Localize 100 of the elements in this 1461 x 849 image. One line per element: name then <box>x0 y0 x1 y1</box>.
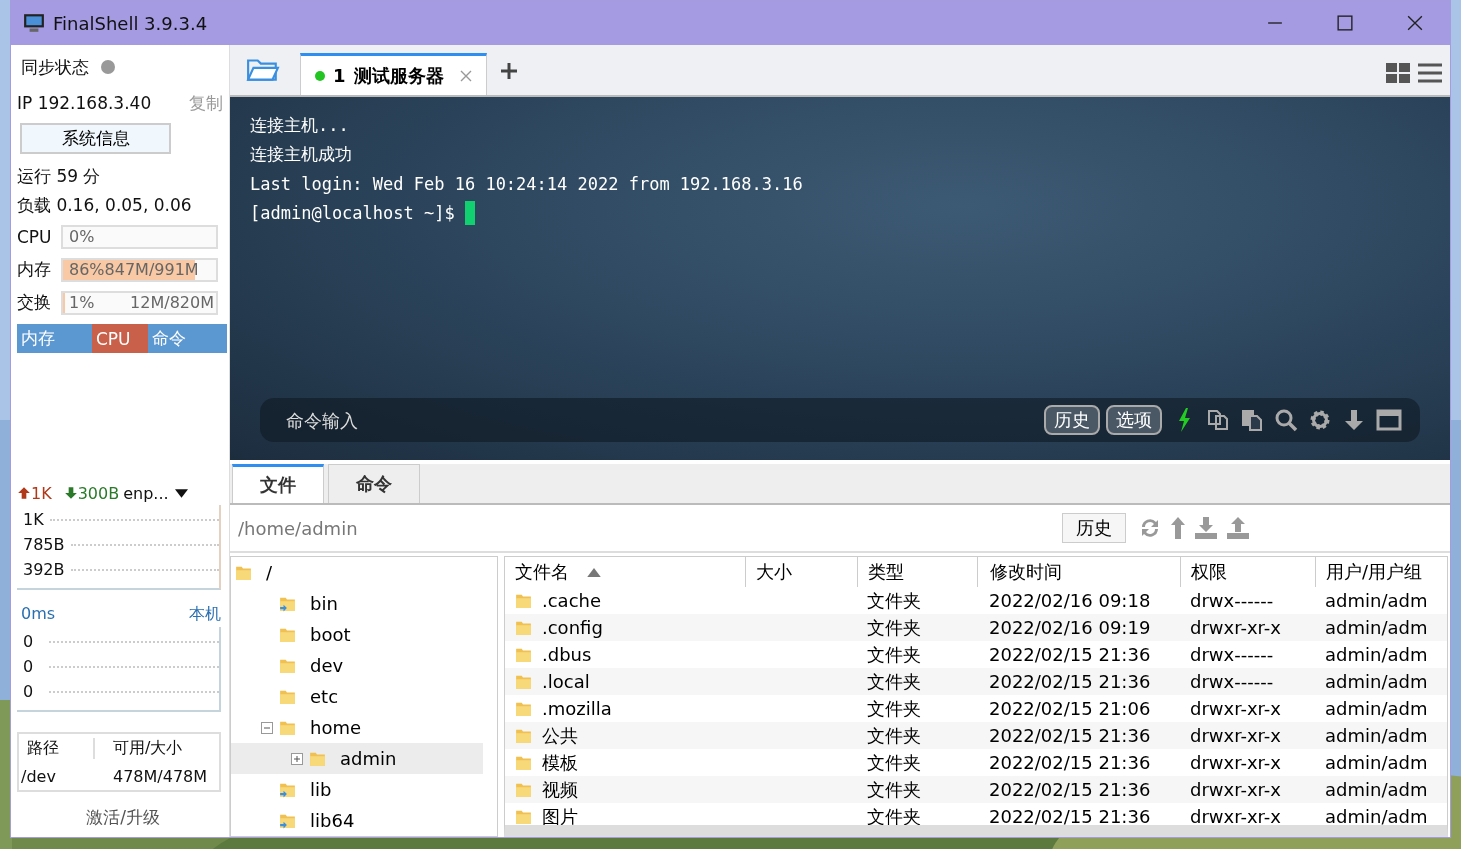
download-icon[interactable] <box>1194 516 1218 540</box>
terminal-button[interactable]: 历史 <box>1044 405 1100 435</box>
tree-item[interactable]: home <box>231 712 483 743</box>
command-input-bar[interactable]: 命令输入 历史 选项 <box>260 398 1420 442</box>
file-name: 公共 <box>542 723 578 748</box>
expand-icon[interactable] <box>291 752 303 765</box>
menu-icon[interactable] <box>1418 63 1442 83</box>
up-arrow-icon[interactable] <box>1170 516 1186 540</box>
axis-label: 392B <box>23 560 65 579</box>
table-cell-text: drwxr-xr-x <box>1189 697 1282 721</box>
upload-icon[interactable] <box>1226 516 1250 540</box>
table-cell-text: 文件夹 <box>866 777 922 802</box>
table-cell-text: drwxr-xr-x <box>1189 751 1282 775</box>
table-cell-text: admin/adm <box>1324 643 1429 667</box>
tree-item[interactable]: boot <box>231 619 483 650</box>
tree-item[interactable]: etc <box>231 681 483 712</box>
meter-reading: 1% <box>69 293 95 312</box>
table-cell-text: drwxr-xr-x <box>1189 724 1282 748</box>
table-cell-text: 2022/02/16 09:19 <box>988 616 1152 640</box>
table-cell-text: admin/adm <box>1324 805 1429 825</box>
process-tab[interactable]: CPU <box>92 324 148 353</box>
terminal-line: Last login: Wed Feb 16 10:24:14 2022 from 192.168.3.16 <box>250 173 803 194</box>
file-name: 图片 <box>542 804 578 825</box>
table-cell-text: 文件夹 <box>866 615 922 640</box>
grid-icon[interactable] <box>1386 63 1410 83</box>
table-cell-text: 文件夹 <box>866 723 922 748</box>
copy-icon[interactable] <box>1206 408 1230 432</box>
meter-label: CPU <box>17 226 53 247</box>
tree-item[interactable]: bin <box>231 588 483 619</box>
table-cell-text: 2022/02/15 21:36 <box>988 805 1152 825</box>
down-arrow-icon <box>63 486 78 500</box>
column-header[interactable]: 大小 <box>745 557 857 587</box>
table-cell-text: drwx------ <box>1189 643 1275 667</box>
collapse-icon[interactable] <box>261 721 273 734</box>
terminal-line: [admin@localhost ~]$ <box>250 202 455 223</box>
interface-dropdown[interactable]: enp... <box>123 483 169 503</box>
tab-number: 1 <box>333 65 346 86</box>
file-name: 视频 <box>542 777 578 802</box>
history-button[interactable]: 历史 <box>1062 513 1126 543</box>
plus-icon[interactable] <box>500 63 517 79</box>
file-name: .mozilla <box>542 698 612 719</box>
table-cell-text: 2022/02/15 21:36 <box>988 724 1152 748</box>
dropdown-caret-icon[interactable] <box>174 488 188 498</box>
table-cell-text: 文件夹 <box>866 750 922 775</box>
up-arrow-icon <box>17 486 31 500</box>
panel-tab[interactable]: 命令 <box>328 464 420 503</box>
column-header[interactable]: 类型 <box>857 557 977 587</box>
tree-item[interactable]: dev <box>231 650 483 681</box>
close-icon[interactable] <box>459 69 472 82</box>
session-tab[interactable]: 1 测试服务器 <box>300 53 487 95</box>
panel-tab[interactable]: 文件 <box>232 464 324 503</box>
table-cell-text: 2022/02/15 21:36 <box>988 643 1152 667</box>
table-cell-text: drwx------ <box>1189 670 1275 694</box>
column-header[interactable]: 权限 <box>1180 557 1315 587</box>
table-cell-text: admin/adm <box>1324 751 1429 775</box>
terminal-line: 连接主机... <box>250 114 349 137</box>
table-cell-text: admin/adm <box>1324 589 1429 613</box>
close-icon[interactable] <box>1407 15 1423 31</box>
table-cell-text: drwxr-xr-x <box>1189 778 1282 802</box>
table-cell-text: admin/adm <box>1324 724 1429 748</box>
table-cell-text: 2022/02/15 21:06 <box>988 697 1152 721</box>
window-icon[interactable] <box>1376 408 1402 432</box>
table-cell-text: 文件夹 <box>866 642 922 667</box>
ip-address: IP 192.168.3.40 <box>17 93 152 113</box>
window-title: FinalShell 3.9.3.4 <box>53 12 208 34</box>
ping-target: 本机 <box>189 604 221 625</box>
load-text: 负载 0.16, 0.05, 0.06 <box>17 194 193 217</box>
table-cell-text: 文件夹 <box>866 588 922 613</box>
tab-label: 测试服务器 <box>353 63 444 88</box>
meter-detail: 12M/820M <box>130 293 214 312</box>
tree-item[interactable]: admin <box>231 743 483 774</box>
axis-label: 0 <box>23 682 35 701</box>
table-cell-text: admin/adm <box>1324 778 1429 802</box>
column-header[interactable]: 用户/用户组 <box>1315 557 1433 587</box>
table-cell-text: 2022/02/16 09:18 <box>988 589 1152 613</box>
axis-label: 785B <box>23 535 65 554</box>
settings-icon[interactable] <box>1308 408 1332 432</box>
meter-reading: 0% <box>69 227 95 246</box>
meter-label: 交换 <box>17 291 52 314</box>
tree-item[interactable]: lib <box>231 774 483 805</box>
maximize-icon[interactable] <box>1337 15 1353 31</box>
file-name: .cache <box>542 590 602 611</box>
column-header: 可用/大小 <box>112 737 184 759</box>
column-header[interactable]: 文件名 <box>505 557 745 587</box>
search-icon[interactable] <box>1274 408 1298 432</box>
system-info-button[interactable]: 系统信息 <box>20 123 171 154</box>
axis-label: 1K <box>23 510 44 529</box>
table-cell-text: 2022/02/15 21:36 <box>988 751 1152 775</box>
tree-item[interactable]: lib64 <box>231 805 483 836</box>
terminal-button[interactable]: 选项 <box>1106 405 1162 435</box>
tree-item[interactable]: / <box>231 557 483 588</box>
paste-icon[interactable] <box>1240 408 1264 432</box>
uptime-text: 运行 59 分 <box>17 165 102 188</box>
axis-label: 0 <box>23 657 35 676</box>
folder-outline-icon[interactable] <box>246 57 280 83</box>
activate-link[interactable]: 激活/升级 <box>17 806 229 829</box>
monitor-icon <box>23 13 45 33</box>
table-cell-text: admin/adm <box>1324 697 1429 721</box>
column-header[interactable]: 修改时间 <box>977 557 1180 587</box>
table-cell-text: admin/adm <box>1324 670 1429 694</box>
